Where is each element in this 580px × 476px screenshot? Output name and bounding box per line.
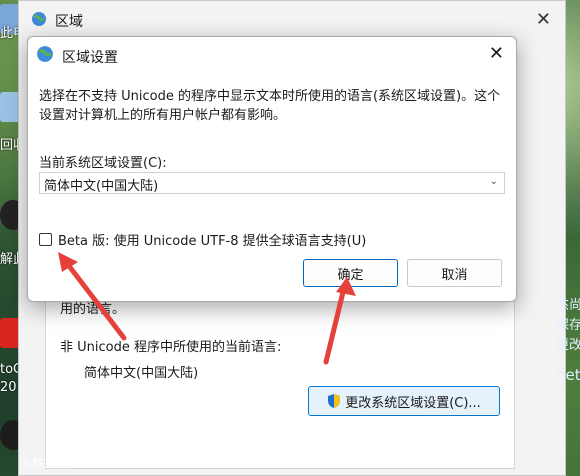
arrow-to-checkbox (58, 252, 127, 341)
watermark-text: 大数据猎 (20, 456, 69, 470)
annotation-arrows (58, 252, 356, 365)
arrow-to-ok (323, 277, 356, 365)
